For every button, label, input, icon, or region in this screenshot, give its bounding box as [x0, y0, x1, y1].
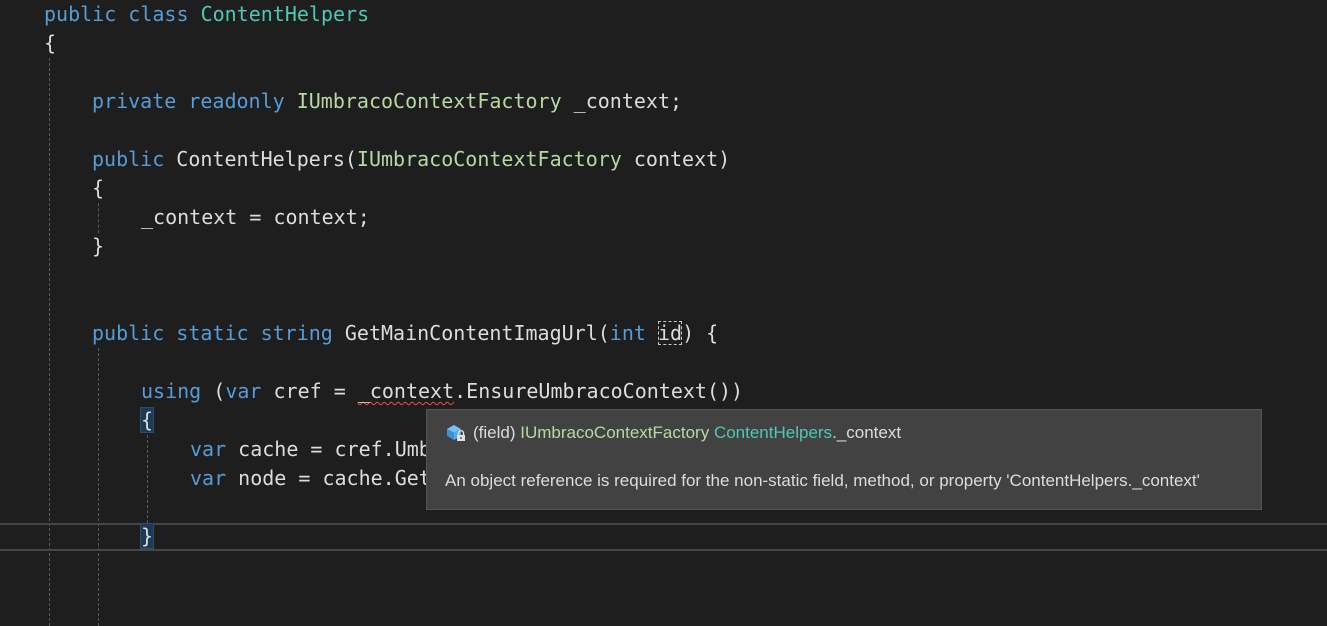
tooltip-owner: ContentHelpers — [713, 423, 833, 442]
code-editor[interactable]: public class ContentHelpers { private re… — [0, 0, 1327, 626]
code-line-2[interactable]: { — [44, 29, 56, 58]
close-brace: } — [92, 234, 105, 258]
keyword: var — [190, 437, 227, 461]
code-line-10[interactable]: { — [139, 406, 155, 435]
code-line-1[interactable]: public class ContentHelpers — [44, 0, 369, 29]
tooltip-member: ._context — [832, 423, 902, 442]
open-brace: { — [44, 31, 57, 55]
keyword: readonly — [188, 89, 285, 113]
keyword: static — [176, 321, 249, 345]
interface-name: IUmbracoContextFactory — [356, 147, 622, 171]
keyword: var — [190, 466, 227, 490]
open-paren: ( — [213, 379, 226, 403]
keyword: public — [44, 2, 117, 26]
tooltip-error-message: An object reference is required for the … — [445, 471, 1200, 490]
keyword: private — [92, 89, 177, 113]
keyword: var — [225, 379, 262, 403]
code-line-5[interactable]: { — [92, 174, 104, 203]
method-name: GetMainContentImagUrl( — [344, 321, 610, 345]
code-line-6[interactable]: _context = context; — [141, 203, 370, 232]
quick-info-tooltip: (field) IUmbracoContextFactory ContentHe… — [426, 409, 1262, 510]
code-line-11[interactable]: var cache = cref.Umb — [190, 435, 431, 464]
keyword: int — [609, 321, 646, 345]
indent-guide-method — [98, 348, 99, 626]
open-brace: { — [92, 176, 105, 200]
current-line-highlight — [0, 523, 1327, 551]
method-open: ) { — [682, 321, 719, 345]
parameter-reference-highlight[interactable]: id — [657, 321, 683, 345]
code-line-7[interactable]: } — [92, 232, 104, 261]
statement: node = cache.Get — [238, 466, 431, 490]
statement: cache = cref.Umb — [238, 437, 431, 461]
code-line-8[interactable]: public static string GetMainContentImagU… — [92, 319, 718, 348]
tooltip-kind: (field) — [473, 423, 516, 442]
variable: cref = — [273, 379, 346, 403]
error-squiggle-context[interactable]: _context — [358, 379, 454, 403]
matched-open-brace: { — [139, 407, 155, 433]
indent-guide-constructor — [98, 203, 99, 233]
code-line-12[interactable]: var node = cache.Get — [190, 464, 431, 493]
code-line-3[interactable]: private readonly IUmbracoContextFactory … — [92, 87, 682, 116]
code-line-9[interactable]: using (var cref = _context.EnsureUmbraco… — [141, 377, 743, 406]
tooltip-signature: (field) IUmbracoContextFactory ContentHe… — [445, 423, 901, 443]
constructor-name: ContentHelpers( — [176, 147, 357, 171]
method-call: .EnsureUmbracoContext()) — [454, 379, 744, 403]
code-line-4[interactable]: public ContentHelpers(IUmbracoContextFac… — [92, 145, 730, 174]
keyword: public — [92, 321, 165, 345]
assignment: _context = context; — [141, 205, 370, 229]
parameter: context) — [633, 147, 731, 171]
matched-close-brace: } — [139, 523, 155, 549]
keyword: class — [128, 2, 189, 26]
tooltip-interface: IUmbracoContextFactory — [520, 423, 710, 442]
field-declaration: _context; — [573, 89, 683, 113]
keyword: using — [141, 379, 202, 403]
indent-guide-using — [147, 435, 148, 523]
keyword: string — [260, 321, 333, 345]
code-line-13[interactable]: } — [139, 522, 155, 551]
keyword: public — [92, 147, 165, 171]
interface-name: IUmbracoContextFactory — [296, 89, 562, 113]
class-name: ContentHelpers — [200, 2, 370, 26]
field-lock-icon — [445, 423, 467, 443]
